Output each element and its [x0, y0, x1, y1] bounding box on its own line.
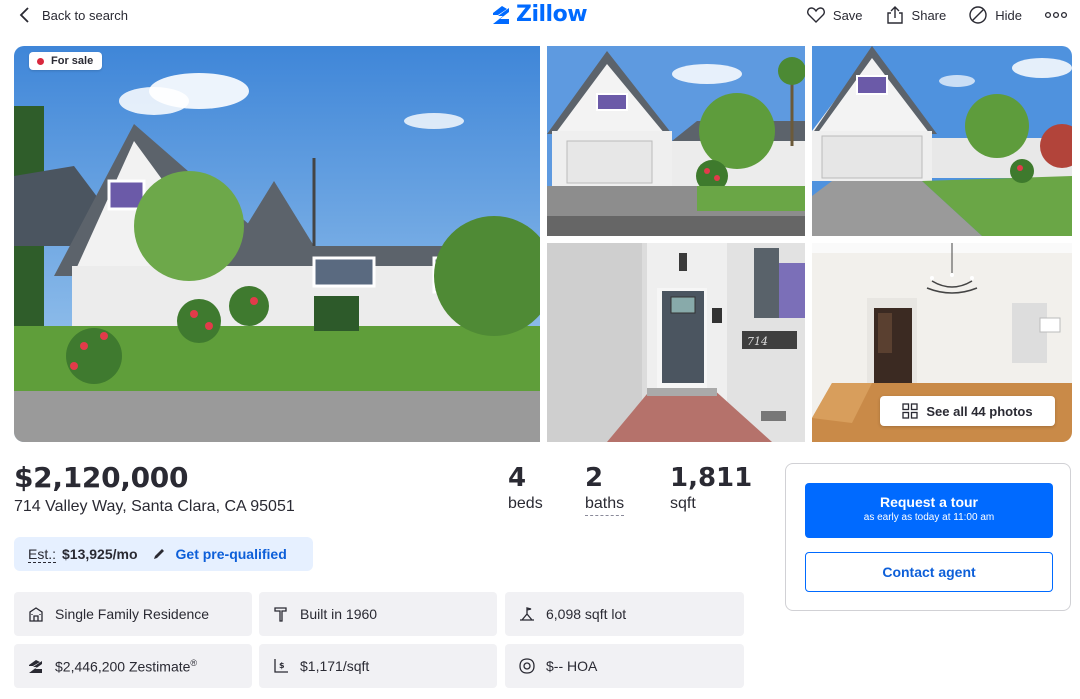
save-button[interactable]: Save — [806, 5, 863, 25]
listing-price: $2,120,000 — [14, 461, 189, 494]
badge-label: For sale — [51, 55, 94, 67]
baths-stat[interactable]: 2 baths — [585, 463, 625, 516]
see-all-photos-button[interactable]: See all 44 photos — [880, 396, 1055, 426]
gallery-photo-4[interactable]: 714 — [547, 243, 805, 442]
back-label: Back to search — [42, 7, 128, 23]
fact-home-type: Single Family Residence — [14, 592, 252, 636]
estimate-value: $13,925/mo — [62, 546, 138, 562]
sqft-value: 1,811 — [670, 463, 753, 493]
contact-card: Request a tour as early as today at 11:0… — [785, 463, 1071, 611]
fact-home-type-text: Single Family Residence — [55, 606, 210, 622]
fact-year-built-text: Built in 1960 — [300, 606, 378, 622]
hammer-icon — [274, 607, 287, 622]
for-sale-badge: For sale — [29, 52, 103, 70]
listing-actions: Save Share Hide — [806, 5, 1068, 25]
get-pre-qualified-link[interactable]: Get pre-qualified — [176, 546, 287, 562]
sqft-label: sqft — [670, 495, 696, 512]
sale-status-dot — [37, 57, 44, 65]
fact-zestimate[interactable]: $2,446,200 Zestimate® — [14, 644, 252, 688]
fact-year-built: Built in 1960 — [259, 592, 497, 636]
svg-text:$: $ — [279, 661, 285, 670]
house-front-image — [14, 46, 540, 442]
fact-lot-size-text: 6,098 sqft lot — [546, 606, 627, 622]
house-angle-image — [547, 46, 805, 236]
see-all-label: See all 44 photos — [926, 403, 1033, 419]
fact-hoa: $-- HOA — [505, 644, 744, 688]
logo-text: Zillow — [516, 2, 588, 27]
zestimate-icon — [29, 660, 42, 673]
more-icon — [1044, 11, 1068, 19]
registered-mark: ® — [190, 657, 198, 668]
contact-agent-label: Contact agent — [882, 564, 976, 580]
house-driveway-image — [812, 46, 1072, 236]
price-per-sqft-icon: $ — [274, 659, 288, 673]
hide-icon — [969, 6, 987, 24]
listing-address: 714 Valley Way, Santa Clara, CA 95051 — [14, 498, 295, 515]
zestimate-value: $2,446,200 Zestimate — [55, 658, 191, 675]
gallery-photo-2[interactable] — [547, 46, 805, 236]
fact-price-per-sqft: $ $1,171/sqft — [259, 644, 497, 688]
lot-size-icon — [520, 607, 534, 621]
photo-gallery: For sale 714 See all 44 photos — [14, 46, 1072, 442]
beds-stat: 4 beds — [508, 463, 543, 513]
share-label: Share — [911, 7, 947, 23]
fact-lot-size: 6,098 sqft lot — [505, 592, 744, 636]
heart-icon — [806, 7, 825, 23]
fact-zestimate-text: $2,446,200 Zestimate® — [55, 658, 197, 675]
baths-label[interactable]: baths — [585, 495, 625, 516]
fact-hoa-text: $-- HOA — [546, 658, 598, 674]
hoa-icon — [519, 658, 535, 674]
beds-value: 4 — [508, 463, 527, 493]
zillow-logo[interactable]: Zillow — [490, 2, 588, 27]
back-to-search-link[interactable]: Back to search — [18, 6, 128, 24]
pencil-icon[interactable] — [152, 547, 166, 561]
house-number: 714 — [747, 335, 768, 348]
request-tour-label: Request a tour — [879, 494, 978, 510]
estimate-label[interactable]: Est.: — [28, 546, 57, 563]
chevron-left-icon — [19, 7, 29, 23]
monthly-estimate-pill: Est.: $13,925/mo Get pre-qualified — [14, 537, 313, 571]
share-icon — [886, 6, 903, 24]
hide-button[interactable]: Hide — [968, 5, 1022, 25]
baths-value: 2 — [585, 463, 604, 493]
contact-agent-button[interactable]: Contact agent — [805, 552, 1053, 592]
hide-label: Hide — [995, 7, 1022, 23]
request-tour-subtext: as early as today at 11:00 am — [863, 512, 995, 523]
sqft-stat: 1,811 sqft — [670, 463, 752, 513]
share-button[interactable]: Share — [885, 5, 947, 25]
beds-label: beds — [508, 495, 543, 512]
zillow-logo-icon — [493, 5, 509, 24]
grid-icon — [902, 403, 919, 419]
top-bar: Back to search Zillow Save Share Hide — [0, 0, 1080, 32]
building-icon — [29, 607, 43, 622]
save-label: Save — [832, 7, 863, 23]
front-door-image: 714 — [547, 243, 805, 442]
request-tour-button[interactable]: Request a tour as early as today at 11:0… — [805, 483, 1053, 538]
fact-price-per-sqft-text: $1,171/sqft — [300, 658, 370, 674]
more-options-button[interactable] — [1044, 11, 1068, 19]
main-photo[interactable]: For sale — [14, 46, 540, 442]
gallery-photo-3[interactable] — [812, 46, 1072, 236]
